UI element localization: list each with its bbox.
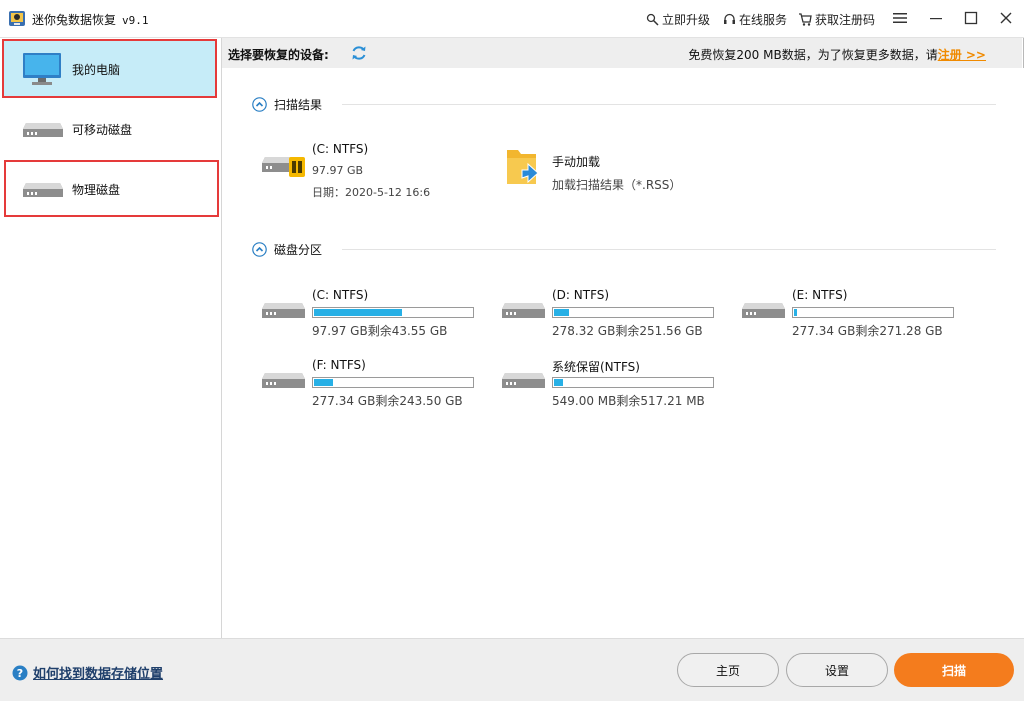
drive-icon	[742, 303, 785, 318]
partition-size: 278.32 GB剩余251.56 GB	[552, 324, 703, 338]
partition-name: (F: NTFS)	[312, 358, 366, 372]
partition-usage-bar	[312, 307, 474, 318]
sidebar-item-physical-disk[interactable]: 物理磁盘	[4, 160, 216, 218]
refresh-icon[interactable]	[350, 44, 368, 62]
headset-icon	[724, 13, 735, 24]
partition-name: (E: NTFS)	[792, 288, 848, 302]
get-code-label: 获取注册码	[815, 13, 876, 27]
scan-results-header: 扫描结果	[252, 95, 322, 113]
partition-name: 系统保留(NTFS)	[552, 360, 640, 374]
device-select-bar: 选择要恢复的设备: 免费恢复200 MB数据，为了恢复更多数据，请注册 >>	[222, 38, 1022, 68]
scan-results-title: 扫描结果	[274, 97, 323, 112]
partition-usage-fill	[794, 309, 797, 316]
minimize-button[interactable]	[922, 6, 950, 30]
partition-size: 549.00 MB剩余517.21 MB	[552, 394, 705, 408]
svg-text:?: ?	[17, 667, 23, 680]
partition-name: (C: NTFS)	[312, 288, 369, 302]
drive-icon	[262, 373, 305, 388]
upgrade-link[interactable]: 立即升级	[646, 11, 710, 28]
collapse-up-icon[interactable]	[252, 241, 267, 257]
scan-result-name: (C: NTFS)	[312, 142, 369, 156]
monitor-icon	[23, 53, 61, 85]
partition-size: 277.34 GB剩余243.50 GB	[312, 394, 463, 408]
partition-usage-fill	[554, 309, 569, 316]
partition-usage-bar	[552, 377, 714, 388]
sidebar-item-label: 可移动磁盘	[72, 122, 133, 137]
sidebar-item-label: 物理磁盘	[72, 182, 121, 197]
cart-icon	[799, 13, 812, 26]
sidebar-item-label: 我的电脑	[72, 62, 121, 77]
manual-load-subtitle: 加载扫描结果（*.RSS）	[552, 178, 682, 192]
close-icon	[1000, 12, 1012, 24]
folder-load-icon	[507, 150, 539, 184]
manual-load-item[interactable]: 手动加载 加载扫描结果（*.RSS）	[506, 146, 766, 206]
collapse-up-icon[interactable]	[252, 96, 267, 112]
divider	[342, 249, 996, 250]
help-icon: ?	[12, 665, 28, 680]
online-service-link[interactable]: 在线服务	[723, 11, 787, 28]
upgrade-label: 立即升级	[662, 13, 711, 27]
get-code-link[interactable]: 获取注册码	[798, 11, 875, 28]
partition-item[interactable]: (C: NTFS) 97.97 GB剩余43.55 GB	[262, 288, 482, 348]
scan-button[interactable]: 扫描	[894, 653, 1014, 687]
promo-label: 免费恢复200 MB数据，为了恢复更多数据，请	[688, 48, 938, 62]
sidebar-item-my-computer[interactable]: 我的电脑	[4, 40, 216, 98]
help-label: 如何找到数据存储位置	[33, 667, 164, 682]
home-button[interactable]: 主页	[677, 653, 779, 687]
scan-result-date: 日期：2020-5-12 16:6	[312, 186, 431, 199]
partitions-header: 磁盘分区	[252, 240, 322, 258]
partition-usage-fill	[314, 309, 402, 316]
partition-usage-fill	[554, 379, 563, 386]
settings-button[interactable]: 设置	[786, 653, 888, 687]
main-panel: 扫描结果 (C: NTFS) 97.97 GB 日期：2020-5-12 16:…	[222, 68, 1024, 638]
title-bar: 迷你兔数据恢复 v9.1 立即升级 在线服务 获取注册码	[0, 0, 1024, 38]
sidebar: 我的电脑 可移动磁盘 物理磁盘	[0, 38, 222, 638]
settings-button-label: 设置	[824, 663, 849, 678]
partition-name: (D: NTFS)	[552, 288, 610, 302]
partition-item[interactable]: (E: NTFS) 277.34 GB剩余271.28 GB	[742, 288, 962, 348]
home-button-label: 主页	[715, 663, 740, 678]
drive-icon	[502, 373, 545, 388]
partition-size: 277.34 GB剩余271.28 GB	[792, 324, 943, 338]
device-select-label: 选择要恢复的设备:	[228, 48, 329, 62]
register-link[interactable]: 注册 >>	[938, 48, 986, 62]
partition-usage-fill	[314, 379, 333, 386]
app-title-text: 迷你兔数据恢复	[32, 13, 117, 27]
key-icon	[646, 13, 659, 26]
footer-bar: ? 如何找到数据存储位置 主页 设置 扫描	[0, 638, 1024, 701]
drive-icon	[262, 303, 305, 318]
scan-button-label: 扫描	[941, 663, 966, 678]
partition-item[interactable]: (F: NTFS) 277.34 GB剩余243.50 GB	[262, 358, 482, 418]
app-title: 迷你兔数据恢复 v9.1	[32, 11, 149, 28]
drive-icon	[23, 123, 63, 137]
drive-icon	[502, 303, 545, 318]
partition-item[interactable]: 系统保留(NTFS) 549.00 MB剩余517.21 MB	[502, 358, 722, 418]
sidebar-item-removable-disk[interactable]: 可移动磁盘	[4, 100, 216, 158]
manual-load-title: 手动加载	[552, 155, 601, 169]
partition-size: 97.97 GB剩余43.55 GB	[312, 324, 448, 338]
partition-item[interactable]: (D: NTFS) 278.32 GB剩余251.56 GB	[502, 288, 722, 348]
help-link[interactable]: ? 如何找到数据存储位置	[12, 663, 163, 682]
maximize-icon	[964, 11, 978, 25]
drive-scan-result-icon	[262, 157, 305, 177]
partitions-title: 磁盘分区	[274, 242, 323, 257]
partition-usage-bar	[792, 307, 954, 318]
app-logo-icon	[9, 11, 25, 26]
promo-text: 免费恢复200 MB数据，为了恢复更多数据，请注册 >>	[688, 46, 986, 63]
minimize-icon	[930, 18, 942, 20]
online-service-label: 在线服务	[739, 13, 788, 27]
partition-usage-bar	[552, 307, 714, 318]
scan-result-item[interactable]: (C: NTFS) 97.97 GB 日期：2020-5-12 16:6	[262, 142, 482, 202]
divider	[342, 104, 996, 105]
scan-result-size: 97.97 GB	[312, 164, 364, 177]
close-button[interactable]	[992, 6, 1020, 30]
hamburger-icon	[893, 13, 907, 23]
drive-icon	[23, 183, 63, 197]
menu-button[interactable]	[886, 6, 914, 30]
partition-usage-bar	[312, 377, 474, 388]
maximize-button[interactable]	[957, 6, 985, 30]
app-version: v9.1	[122, 14, 149, 27]
